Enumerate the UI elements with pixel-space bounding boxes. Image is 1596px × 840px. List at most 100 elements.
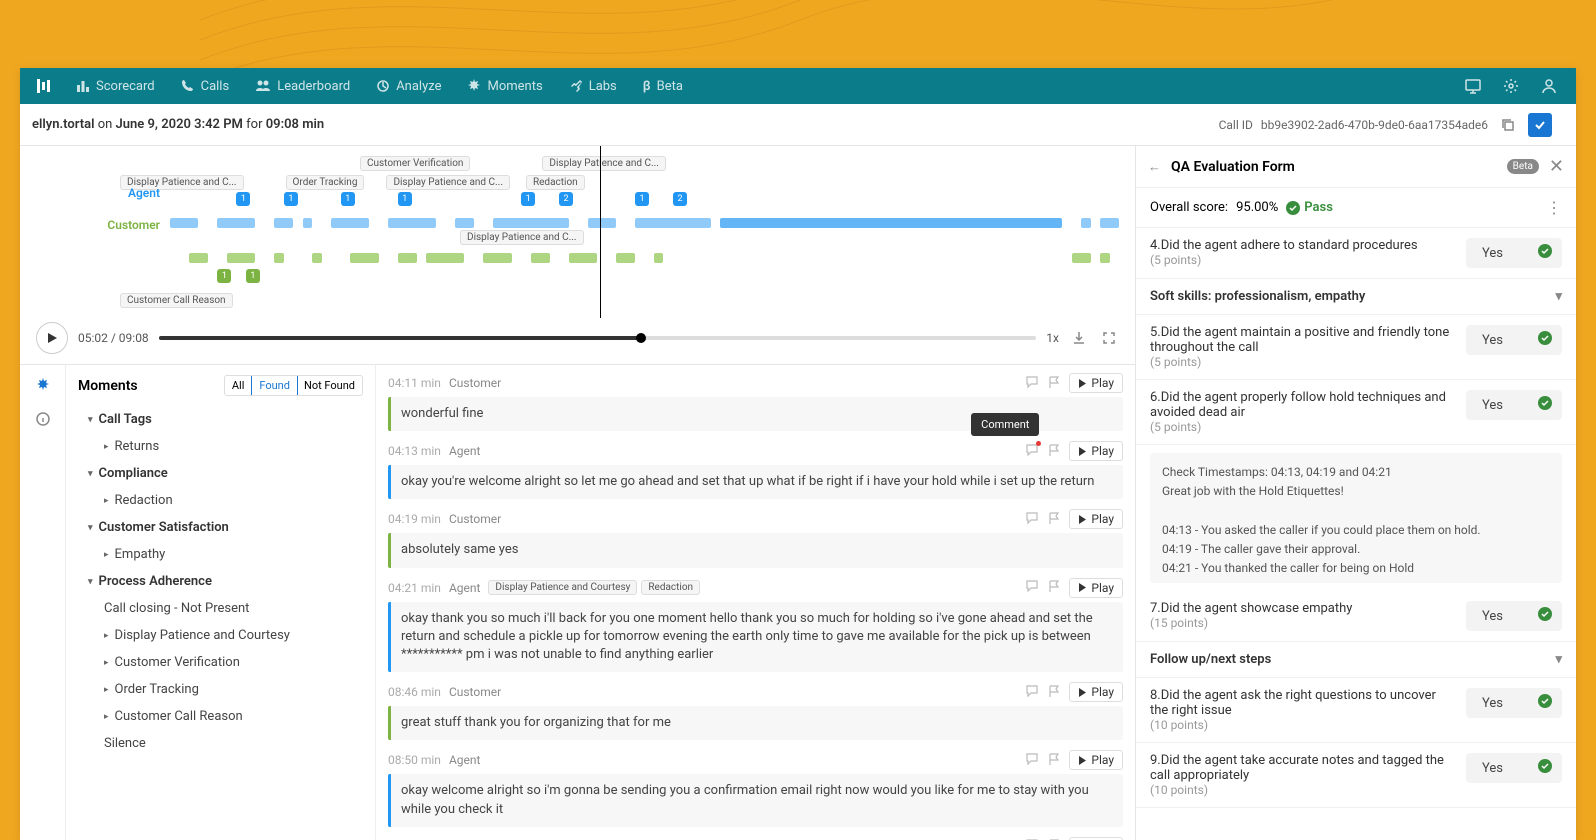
kebab-icon[interactable]: ⋮ bbox=[1546, 198, 1562, 217]
copy-icon[interactable] bbox=[1496, 113, 1520, 137]
transcript-text: okay you're welcome alright so let me go… bbox=[388, 465, 1123, 499]
nav-scorecard[interactable]: Scorecard bbox=[64, 68, 167, 104]
nav-leaderboard[interactable]: Leaderboard bbox=[243, 68, 362, 104]
moments-panel: Moments All Found Not Found ▾Call Tags▸R… bbox=[66, 365, 376, 840]
timeline-tag[interactable]: Display Patience and C... bbox=[386, 175, 510, 190]
flag-icon[interactable] bbox=[1047, 579, 1061, 596]
moments-rail-icon[interactable] bbox=[31, 373, 55, 397]
timeline-tag[interactable]: Redaction bbox=[526, 175, 585, 190]
flag-icon[interactable] bbox=[1047, 684, 1061, 701]
filter-found[interactable]: Found bbox=[251, 375, 298, 396]
speaker: Agent bbox=[449, 753, 480, 767]
qa-note: Check Timestamps: 04:13, 04:19 and 04:21… bbox=[1150, 453, 1562, 583]
nav-calls[interactable]: Calls bbox=[169, 68, 242, 104]
topbar-right bbox=[1456, 68, 1566, 104]
qa-question: 9.Did the agent take accurate notes and … bbox=[1150, 753, 1456, 797]
tree-item[interactable]: ▸Customer Call Reason bbox=[78, 703, 363, 730]
transcript-tag[interactable]: Display Patience and Courtesy bbox=[488, 580, 637, 595]
timeline-tag[interactable]: Customer Verification bbox=[360, 156, 470, 171]
play-segment-button[interactable]: Play bbox=[1069, 441, 1123, 461]
filter-notfound[interactable]: Not Found bbox=[297, 376, 362, 395]
monitor-icon[interactable] bbox=[1456, 68, 1490, 104]
flag-icon[interactable] bbox=[1047, 752, 1061, 769]
comment-icon[interactable] bbox=[1025, 511, 1039, 528]
tree-item[interactable]: Silence bbox=[78, 730, 363, 757]
qa-body: 4.Did the agent adhere to standard proce… bbox=[1136, 228, 1576, 840]
tree-item[interactable]: ▸Empathy bbox=[78, 541, 363, 568]
check-icon[interactable] bbox=[1528, 113, 1552, 137]
play-segment-button[interactable]: Play bbox=[1069, 682, 1123, 702]
qa-section-header[interactable]: Follow up/next steps▾ bbox=[1136, 642, 1576, 678]
user-icon[interactable] bbox=[1532, 68, 1566, 104]
comment-icon[interactable]: Comment bbox=[1025, 443, 1039, 460]
transcript-tag[interactable]: Redaction bbox=[641, 580, 700, 595]
nav-analyze[interactable]: Analyze bbox=[364, 68, 453, 104]
flag-icon[interactable] bbox=[1047, 511, 1061, 528]
speed-control[interactable]: 1x bbox=[1046, 331, 1059, 345]
qa-title: QA Evaluation Form bbox=[1171, 159, 1497, 175]
qa-answer[interactable]: Yes bbox=[1466, 238, 1562, 268]
timeline-tag[interactable]: Order Tracking bbox=[286, 175, 365, 190]
back-icon[interactable]: ← bbox=[1148, 159, 1161, 175]
timeline-tag[interactable]: Customer Call Reason bbox=[120, 293, 233, 308]
tree-item[interactable]: ▸Order Tracking bbox=[78, 676, 363, 703]
nav-labs[interactable]: Labs bbox=[557, 68, 629, 104]
play-segment-button[interactable]: Play bbox=[1069, 750, 1123, 770]
qa-answer[interactable]: Yes bbox=[1466, 753, 1562, 783]
timestamp: 08:50 min bbox=[388, 753, 441, 767]
timeline: Customer Verification Display Patience a… bbox=[20, 146, 1135, 318]
comment-tooltip: Comment bbox=[971, 413, 1039, 436]
info-rail-icon[interactable] bbox=[31, 407, 55, 431]
qa-answer[interactable]: Yes bbox=[1466, 325, 1562, 355]
tree-item[interactable]: ▾Call Tags bbox=[78, 406, 363, 433]
main-area: Customer Verification Display Patience a… bbox=[20, 146, 1576, 840]
play-segment-button[interactable]: Play bbox=[1069, 578, 1123, 598]
tree-item[interactable]: ▾Customer Satisfaction bbox=[78, 514, 363, 541]
nav-moments[interactable]: Moments bbox=[455, 68, 554, 104]
flag-icon[interactable] bbox=[1047, 375, 1061, 392]
transcript-text: absolutely same yes bbox=[388, 533, 1123, 567]
qa-header: ← QA Evaluation Form Beta ✕ bbox=[1136, 146, 1576, 188]
comment-icon[interactable] bbox=[1025, 375, 1039, 392]
filter-tabs: All Found Not Found bbox=[224, 375, 363, 396]
gear-icon[interactable] bbox=[1494, 68, 1528, 104]
progress-bar[interactable] bbox=[159, 336, 1037, 340]
flag-icon[interactable] bbox=[1047, 443, 1061, 460]
moments-tree: ▾Call Tags▸Returns▾Compliance▸Redaction▾… bbox=[78, 406, 363, 757]
tree-item[interactable]: ▾Process Adherence bbox=[78, 568, 363, 595]
app-logo-icon[interactable] bbox=[30, 77, 58, 95]
customer-label: Customer bbox=[20, 218, 160, 232]
qa-answer[interactable]: Yes bbox=[1466, 688, 1562, 718]
qa-answer[interactable]: Yes bbox=[1466, 601, 1562, 631]
tree-item[interactable]: ▸Customer Verification bbox=[78, 649, 363, 676]
timestamp: 04:13 min bbox=[388, 444, 441, 458]
tree-item[interactable]: ▸Redaction bbox=[78, 487, 363, 514]
agent-track[interactable] bbox=[170, 216, 1119, 230]
expand-icon[interactable] bbox=[1099, 328, 1119, 348]
tree-item[interactable]: ▾Compliance bbox=[78, 460, 363, 487]
qa-section-header[interactable]: Soft skills: professionalism, empathy▾ bbox=[1136, 279, 1576, 315]
download-icon[interactable] bbox=[1069, 328, 1089, 348]
timeline-tag[interactable]: Display Patience and C... bbox=[460, 230, 584, 245]
nav-beta[interactable]: βBeta bbox=[631, 68, 695, 104]
qa-question: 7.Did the agent showcase empathy(15 poin… bbox=[1150, 601, 1456, 631]
qa-question-row: 4.Did the agent adhere to standard proce… bbox=[1136, 228, 1576, 279]
play-segment-button[interactable]: Play bbox=[1069, 509, 1123, 529]
tree-item[interactable]: ▸Returns bbox=[78, 433, 363, 460]
filter-all[interactable]: All bbox=[225, 376, 253, 395]
customer-track[interactable] bbox=[170, 251, 1119, 265]
qa-question: 8.Did the agent ask the right questions … bbox=[1150, 688, 1456, 732]
tree-item[interactable]: ▸Display Patience and Courtesy bbox=[78, 622, 363, 649]
play-segment-button[interactable]: Play bbox=[1069, 373, 1123, 393]
comment-icon[interactable] bbox=[1025, 752, 1039, 769]
transcript-text: okay welcome alright so i'm gonna be sen… bbox=[388, 774, 1123, 826]
close-icon[interactable]: ✕ bbox=[1549, 156, 1564, 177]
qa-answer[interactable]: Yes bbox=[1466, 390, 1562, 420]
timeline-tag[interactable]: Display Patience and C... bbox=[542, 156, 666, 171]
tree-item[interactable]: Call closing - Not Present bbox=[78, 595, 363, 622]
play-button[interactable] bbox=[36, 322, 68, 354]
qa-question-row: 7.Did the agent showcase empathy(15 poin… bbox=[1136, 591, 1576, 642]
comment-icon[interactable] bbox=[1025, 579, 1039, 596]
qa-question-row: 6.Did the agent properly follow hold tec… bbox=[1136, 380, 1576, 445]
comment-icon[interactable] bbox=[1025, 684, 1039, 701]
